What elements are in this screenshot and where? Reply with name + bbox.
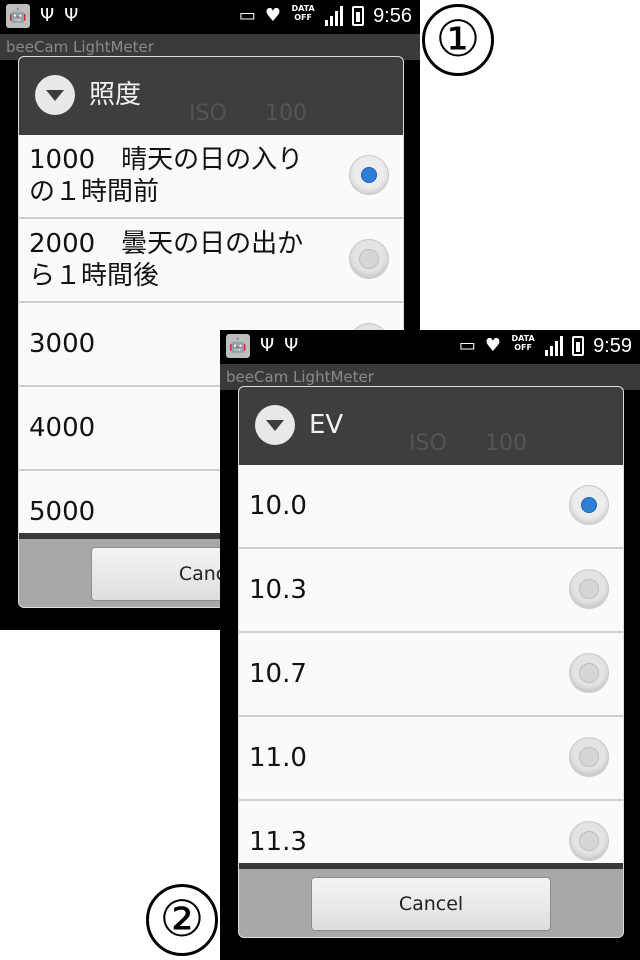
chevron-down-icon bbox=[35, 75, 75, 115]
usb-icon: Ψ bbox=[64, 5, 79, 26]
dialog-header: ISO 100 EV bbox=[239, 387, 623, 465]
radio-icon[interactable] bbox=[349, 239, 389, 279]
list-item[interactable]: 2000 曇天の日の出か ら１時間後 bbox=[19, 219, 403, 303]
radio-icon[interactable] bbox=[569, 653, 609, 693]
list-item[interactable]: 11.3 bbox=[239, 801, 623, 863]
phone-heart-icon: ♥ bbox=[264, 5, 282, 26]
phone-heart-icon: ♥ bbox=[484, 335, 502, 356]
option-label: 11.0 bbox=[249, 743, 307, 773]
signal-icon bbox=[545, 336, 564, 356]
status-bar: 🤖 Ψ Ψ ▭ ♥ DATA OFF 9:56 bbox=[0, 0, 420, 34]
data-off-icon: DATA OFF bbox=[290, 4, 316, 28]
list-item[interactable]: 1000 晴天の日の入り の１時間前 bbox=[19, 135, 403, 219]
data-off-line2: OFF bbox=[294, 13, 312, 22]
header-faint-value: 100 bbox=[485, 431, 527, 456]
header-faint-iso: ISO bbox=[189, 101, 227, 126]
option-label: 1000 晴天の日の入り の１時間前 bbox=[29, 145, 304, 207]
list-item[interactable]: 10.7 bbox=[239, 633, 623, 717]
signal-icon bbox=[325, 6, 344, 26]
usb-icon: Ψ bbox=[284, 335, 299, 356]
battery-icon bbox=[352, 6, 365, 26]
voicemail-icon: ▭ bbox=[238, 5, 256, 26]
cancel-button[interactable]: Cancel bbox=[311, 877, 551, 931]
data-off-line2: OFF bbox=[514, 343, 532, 352]
battery-icon bbox=[572, 336, 585, 356]
android-icon: 🤖 bbox=[6, 4, 30, 28]
option-label: 10.7 bbox=[249, 659, 307, 689]
options-list[interactable]: 10.0 10.3 10.7 11.0 11.3 bbox=[239, 465, 623, 863]
ev-dialog: ISO 100 EV 10.0 10.3 10.7 11.0 11.3 Canc… bbox=[238, 386, 624, 938]
data-off-icon: DATA OFF bbox=[510, 334, 536, 358]
radio-selected-icon[interactable] bbox=[569, 485, 609, 525]
list-item[interactable]: 11.0 bbox=[239, 717, 623, 801]
dialog-header: ISO 100 照度 bbox=[19, 57, 403, 135]
radio-icon[interactable] bbox=[569, 737, 609, 777]
header-faint-value: 100 bbox=[265, 101, 307, 126]
option-label: 2000 曇天の日の出か ら１時間後 bbox=[29, 229, 304, 291]
step-badge-1: ① bbox=[422, 4, 494, 76]
radio-icon[interactable] bbox=[569, 569, 609, 609]
step-badge-2: ② bbox=[146, 884, 218, 956]
status-bar: 🤖 Ψ Ψ ▭ ♥ DATA OFF 9:59 bbox=[220, 330, 640, 364]
data-off-line1: DATA bbox=[291, 4, 315, 13]
list-item[interactable]: 10.3 bbox=[239, 549, 623, 633]
chevron-down-icon bbox=[255, 405, 295, 445]
phone-screenshot-2: 🤖 Ψ Ψ ▭ ♥ DATA OFF 9:59 beeCam LightMete… bbox=[220, 330, 640, 960]
dialog-footer: Cancel bbox=[239, 863, 623, 937]
voicemail-icon: ▭ bbox=[458, 335, 476, 356]
android-icon: 🤖 bbox=[226, 334, 250, 358]
usb-debug-icon: Ψ bbox=[260, 335, 275, 356]
option-label: 10.0 bbox=[249, 491, 307, 521]
usb-debug-icon: Ψ bbox=[40, 5, 55, 26]
list-item[interactable]: 10.0 bbox=[239, 465, 623, 549]
data-off-line1: DATA bbox=[511, 334, 535, 343]
dialog-title: EV bbox=[309, 410, 344, 440]
header-faint-iso: ISO bbox=[409, 431, 447, 456]
dialog-title: 照度 bbox=[89, 80, 142, 110]
option-label: 10.3 bbox=[249, 575, 307, 605]
radio-selected-icon[interactable] bbox=[349, 155, 389, 195]
radio-icon[interactable] bbox=[569, 821, 609, 861]
option-label: 11.3 bbox=[249, 827, 307, 857]
status-time: 9:56 bbox=[373, 4, 412, 27]
status-time: 9:59 bbox=[593, 334, 632, 357]
